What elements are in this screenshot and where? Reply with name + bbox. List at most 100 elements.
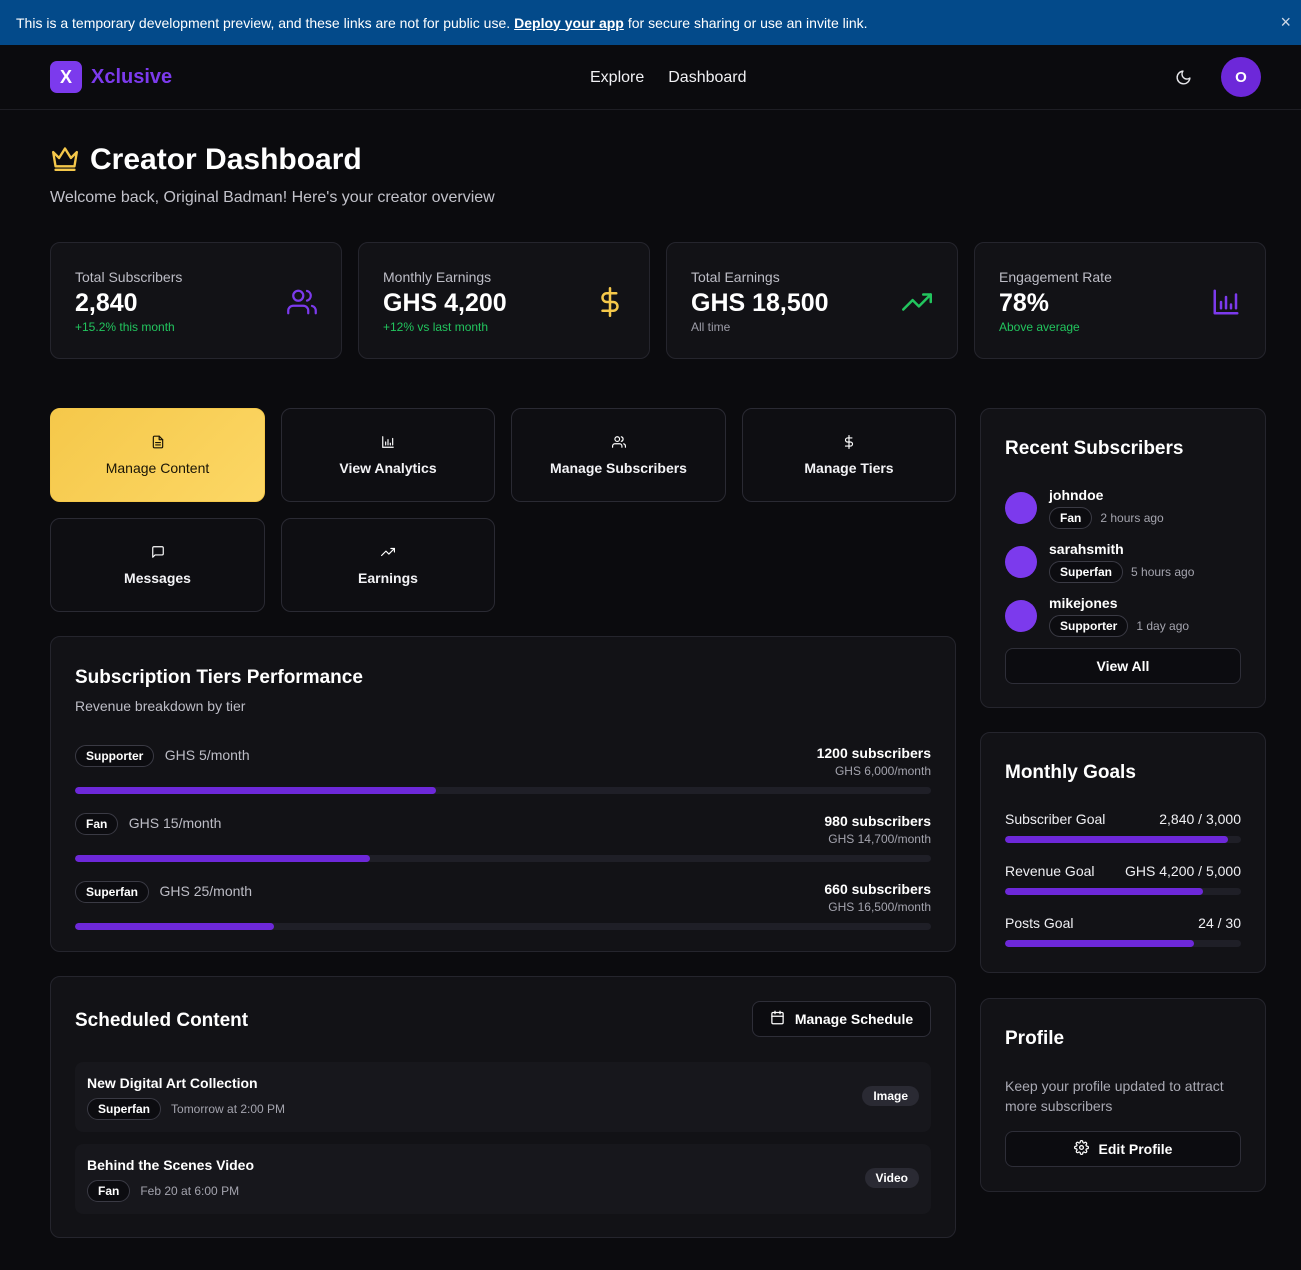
stat-sub: Above average xyxy=(999,320,1080,334)
goal-label: Subscriber Goal xyxy=(1005,811,1106,827)
stat-card-monthly-earnings: Monthly Earnings GHS 4,200 +12% vs last … xyxy=(358,242,650,359)
manage-subscribers-button[interactable]: Manage Subscribers xyxy=(511,408,726,502)
goal-progress-track xyxy=(1005,940,1241,947)
subscriber-time: 1 day ago xyxy=(1136,619,1190,633)
goal-item: Posts Goal 24 / 30 xyxy=(1005,915,1241,947)
tier-revenue: GHS 6,000/month xyxy=(834,764,931,778)
subscriber-item[interactable]: johndoe Fan 2 hours ago xyxy=(1005,487,1164,529)
stat-label: Total Earnings xyxy=(691,269,780,285)
tier-progress-fill xyxy=(75,787,437,794)
page-subtitle: Welcome back, Original Badman! Here's yo… xyxy=(50,189,495,206)
subscriber-name: johndoe xyxy=(1049,487,1104,503)
subscriber-time: 5 hours ago xyxy=(1131,565,1195,579)
tier-progress-track xyxy=(75,923,931,930)
view-analytics-button[interactable]: View Analytics xyxy=(281,408,495,502)
scheduled-item-meta: Superfan Tomorrow at 2:00 PM xyxy=(87,1098,919,1120)
subscriber-name: mikejones xyxy=(1049,595,1118,611)
content-type-badge: Video xyxy=(864,1168,919,1188)
goal-progress-track xyxy=(1005,836,1241,843)
bar-chart-icon xyxy=(1211,287,1241,322)
stat-card-engagement-rate: Engagement Rate 78% Above average xyxy=(974,242,1266,359)
brand-logo[interactable]: X Xclusive xyxy=(50,61,172,93)
avatar xyxy=(1005,546,1037,578)
nav-link-explore[interactable]: Explore xyxy=(590,69,644,87)
bar-chart-icon xyxy=(381,435,395,452)
deploy-app-link[interactable]: Deploy your app xyxy=(514,15,624,31)
avatar xyxy=(1005,600,1037,632)
manage-content-button[interactable]: Manage Content xyxy=(50,408,265,502)
scheduled-item[interactable]: Behind the Scenes Video Fan Feb 20 at 6:… xyxy=(75,1144,931,1214)
nav-link-dashboard[interactable]: Dashboard xyxy=(668,69,746,87)
stat-sub: +15.2% this month xyxy=(75,320,175,334)
tier-progress-fill xyxy=(75,923,274,930)
brand-name: Xclusive xyxy=(91,65,173,88)
dollar-icon xyxy=(595,287,625,322)
tier-price: GHS 15/month xyxy=(128,815,222,831)
messages-button[interactable]: Messages xyxy=(50,518,265,612)
earnings-button[interactable]: Earnings xyxy=(281,518,495,612)
tier-badge: Supporter xyxy=(1049,615,1129,637)
user-avatar[interactable]: O xyxy=(1221,57,1261,97)
file-text-icon xyxy=(151,435,165,452)
scheduled-item-time: Feb 20 at 6:00 PM xyxy=(140,1184,240,1198)
nav-actions: O xyxy=(1171,57,1261,97)
stat-value: 2,840 xyxy=(75,289,138,317)
goal-value: GHS 4,200 / 5,000 xyxy=(1125,863,1241,879)
manage-tiers-button[interactable]: Manage Tiers xyxy=(742,408,956,502)
subscriber-item[interactable]: sarahsmith Superfan 5 hours ago xyxy=(1005,541,1194,583)
message-square-icon xyxy=(151,545,165,562)
users-icon xyxy=(611,435,626,452)
tier-subscribers: 980 subscribers xyxy=(824,813,931,829)
tier-row: Fan GHS 15/month 980 subscribers GHS 14,… xyxy=(75,813,931,881)
page-title-text: Creator Dashboard xyxy=(90,143,362,176)
banner-text: This is a temporary development preview,… xyxy=(16,14,511,31)
dollar-icon xyxy=(842,434,856,452)
content-type-badge: Image xyxy=(862,1086,919,1106)
tier-badge: Fan xyxy=(87,1180,131,1202)
tier-price: GHS 25/month xyxy=(159,883,253,899)
trending-up-icon xyxy=(381,545,395,562)
recent-subscribers-card: Recent Subscribers johndoe Fan 2 hours a… xyxy=(980,408,1266,708)
scheduled-item-title: Behind the Scenes Video xyxy=(87,1157,255,1173)
subscriber-item[interactable]: mikejones Supporter 1 day ago xyxy=(1005,595,1189,637)
tier-revenue: GHS 16,500/month xyxy=(828,900,931,914)
gear-icon xyxy=(1073,1140,1089,1158)
close-icon[interactable]: × xyxy=(1280,12,1291,33)
edit-profile-label: Edit Profile xyxy=(1098,1141,1173,1157)
tier-badge: Superfan xyxy=(87,1098,162,1120)
tier-stats: 980 subscribers GHS 14,700/month xyxy=(824,813,931,846)
goal-value: 24 / 30 xyxy=(1198,915,1241,931)
goal-progress-fill xyxy=(1005,940,1194,947)
tier-revenue: GHS 14,700/month xyxy=(828,832,931,846)
trending-up-icon xyxy=(901,287,933,322)
subscriber-name: sarahsmith xyxy=(1049,541,1124,557)
recent-subscribers-title: Recent Subscribers xyxy=(1005,438,1184,459)
tiers-subtitle: Revenue breakdown by tier xyxy=(75,698,246,714)
action-label: Messages xyxy=(124,569,191,586)
tier-badge: Fan xyxy=(1049,507,1093,529)
tier-progress-track xyxy=(75,855,931,862)
tier-stats: 1200 subscribers GHS 6,000/month xyxy=(817,745,931,778)
goal-progress-track xyxy=(1005,888,1241,895)
tier-price: GHS 5/month xyxy=(164,747,250,763)
stat-sub: All time xyxy=(691,320,731,334)
stat-card-total-subscribers: Total Subscribers 2,840 +15.2% this mont… xyxy=(50,242,342,359)
edit-profile-button[interactable]: Edit Profile xyxy=(1005,1131,1241,1167)
tier-stats: 660 subscribers GHS 16,500/month xyxy=(824,881,931,914)
calendar-icon xyxy=(770,1010,785,1028)
tier-badge: Supporter xyxy=(75,745,155,767)
action-label: Manage Subscribers xyxy=(550,459,687,476)
moon-icon[interactable] xyxy=(1171,65,1195,89)
top-navigation: X Xclusive Explore Dashboard O xyxy=(0,45,1301,110)
banner-text-after: for secure sharing or use an invite link… xyxy=(627,14,868,31)
stat-label: Total Subscribers xyxy=(75,269,183,285)
tier-badge: Superfan xyxy=(1049,561,1124,583)
tiers-title: Subscription Tiers Performance xyxy=(75,667,363,688)
tier-badge: Fan xyxy=(75,813,119,835)
logo-icon: X xyxy=(50,61,82,93)
manage-schedule-button[interactable]: Manage Schedule xyxy=(752,1001,931,1037)
scheduled-item[interactable]: New Digital Art Collection Superfan Tomo… xyxy=(75,1062,931,1132)
goal-progress-fill xyxy=(1005,888,1204,895)
view-all-button[interactable]: View All xyxy=(1005,648,1241,684)
avatar xyxy=(1005,492,1037,524)
